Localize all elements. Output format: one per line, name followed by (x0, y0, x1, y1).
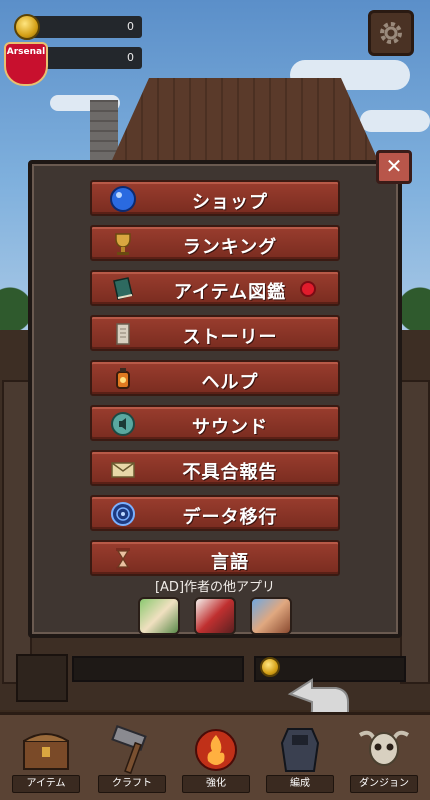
team-count: 0 (127, 51, 134, 64)
fire-orb-icon (195, 729, 237, 771)
menu-button-help[interactable]: ヘルプ (90, 360, 340, 396)
nav-label: クラフト (98, 775, 166, 793)
menu-button-label: ショップ (192, 192, 268, 213)
menu-button-label: ヘルプ (201, 372, 259, 393)
coin-icon (260, 657, 280, 677)
menu-button-label: アイテム図鑑 (173, 282, 287, 303)
nav-item-enhance[interactable]: 強化 (176, 721, 256, 799)
gold-counter: 0 (22, 16, 142, 38)
menu-button-label: サウンド (192, 417, 268, 438)
menu-button-bug-report[interactable]: 不具合報告 (90, 450, 340, 486)
menu-button-label: データ移行 (182, 507, 278, 528)
notification-dot (300, 281, 316, 297)
ad-label: [AD]作者の他アプリ (154, 580, 276, 595)
cloud (360, 110, 430, 132)
bottom-nav: アイテム クラフト 強化 編成 ダンジョン (0, 712, 430, 800)
menu-button-ranking[interactable]: ランキング (90, 225, 340, 261)
nav-item-craft[interactable]: クラフト (92, 721, 172, 799)
settings-button[interactable] (368, 10, 414, 56)
nav-item-formation[interactable]: 編成 (260, 721, 340, 799)
menu-button-story[interactable]: ストーリー (90, 315, 340, 351)
menu-button-item-encyclopedia[interactable]: アイテム図鑑 (90, 270, 340, 306)
menu-button-sound[interactable]: サウンド (90, 405, 340, 441)
menu-button-label: 不具合報告 (182, 462, 278, 483)
ad-app-1-icon[interactable] (138, 597, 180, 635)
team-badge-text: Arsenal (6, 47, 46, 57)
armor-icon (280, 728, 320, 772)
menu-button-data-transfer[interactable]: データ移行 (90, 495, 340, 531)
info-bar-left (72, 656, 244, 682)
ad-app-3-icon[interactable] (250, 597, 292, 635)
skull-icon (358, 730, 410, 766)
menu-button-shop[interactable]: ショップ (90, 180, 340, 216)
chest-icon (23, 733, 69, 770)
gold-count: 0 (127, 20, 134, 33)
gold-coin-icon (14, 14, 40, 40)
gear-icon (380, 22, 402, 44)
close-icon: ✕ (385, 154, 403, 178)
menu-button-label: 言語 (211, 552, 249, 573)
nav-item-dungeon[interactable]: ダンジョン (344, 721, 424, 799)
nav-label: ダンジョン (350, 775, 418, 793)
nav-label: アイテム (12, 775, 80, 793)
ad-app-2-icon[interactable] (194, 597, 236, 635)
nav-label: 強化 (182, 775, 250, 793)
hammer-icon (111, 725, 147, 775)
team-counter: 0 (40, 47, 142, 69)
nav-item-items[interactable]: アイテム (6, 721, 86, 799)
right-side-panel (400, 380, 430, 684)
menu-button-language[interactable]: 言語 (90, 540, 340, 576)
empty-slot[interactable] (16, 654, 68, 702)
menu-button-label: ストーリー (182, 327, 278, 348)
nav-label: 編成 (266, 775, 334, 793)
close-button[interactable]: ✕ (376, 150, 412, 184)
team-badge-icon: Arsenal (4, 42, 48, 86)
menu-button-label: ランキング (182, 237, 278, 258)
